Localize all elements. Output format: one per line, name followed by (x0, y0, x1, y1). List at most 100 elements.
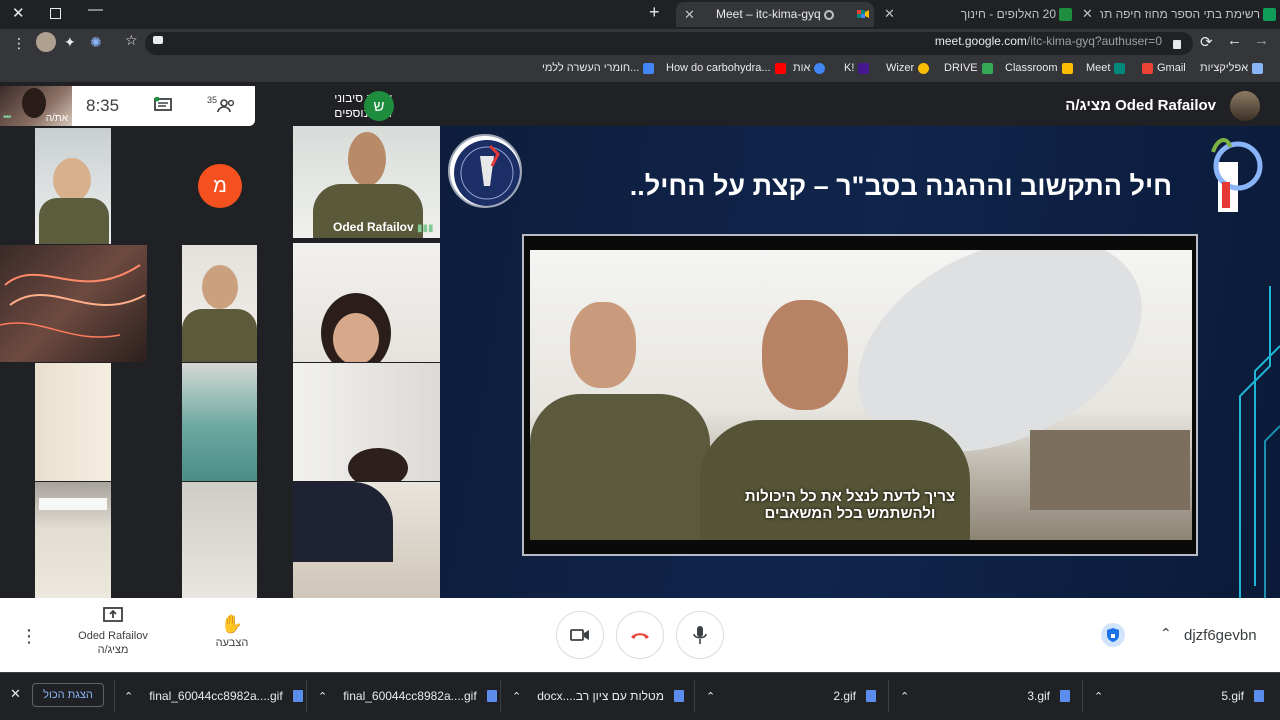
tab-close-icon[interactable]: ✕ (684, 7, 695, 23)
download-options-chevron-icon[interactable]: ⌃ (706, 690, 715, 703)
tab-meet[interactable]: ✕ Meet – itc-kima-gyq (676, 2, 874, 27)
download-item[interactable]: ⌃ final_60044cc8982a....gif (318, 682, 497, 710)
download-item[interactable]: ⌃ 5.gif (1094, 682, 1264, 710)
window-close-icon[interactable]: ✕ (12, 4, 25, 22)
meeting-code[interactable]: djzf6gevbn (1184, 627, 1257, 644)
file-icon (1060, 690, 1070, 702)
bookmark-enrichment[interactable]: חומרי העשרה ללמי... (542, 62, 655, 74)
download-item-name: מטלות עם ציון רב....docx (537, 689, 665, 703)
participant-tile[interactable] (35, 363, 111, 481)
browser-menu-icon[interactable]: ⋮ (12, 35, 26, 52)
participant-tile[interactable] (293, 243, 440, 362)
bookmark-apps[interactable]: אפליקציות (1200, 62, 1264, 74)
bookmark-drive[interactable]: DRIVE (944, 62, 993, 74)
self-silhouette (22, 88, 46, 118)
participant-tile[interactable] (182, 482, 257, 598)
participant-face (53, 158, 91, 202)
participant-tile-speaker[interactable]: Oded Rafailov ▮▮▮ (293, 126, 440, 238)
tab-close-icon[interactable]: ✕ (884, 6, 895, 22)
host-controls-shield-icon[interactable] (1101, 623, 1125, 647)
meeting-details-chevron-icon[interactable]: ⌃ (1160, 625, 1172, 642)
bookmark-meet[interactable]: Meet (1086, 62, 1126, 74)
participant-tile[interactable] (0, 245, 147, 362)
classroom-icon (1061, 62, 1073, 74)
chat-icon[interactable] (154, 96, 174, 113)
download-options-chevron-icon[interactable]: ⌃ (1094, 690, 1103, 703)
participant-tile[interactable] (35, 482, 111, 598)
download-item[interactable]: ⌃ 2.gif (706, 682, 876, 710)
shared-screen[interactable]: חיל התקשוב וההגנה בסב"ר – קצת על החיל.. … (440, 126, 1280, 606)
circuit-decoration (1239, 286, 1280, 606)
self-video[interactable]: את/ה ••• (0, 86, 72, 126)
download-item[interactable]: ⌃ 3.gif (900, 682, 1070, 710)
bookmark-star-icon[interactable]: ☆ (125, 32, 138, 49)
self-more-icon[interactable]: ••• (3, 112, 11, 123)
download-item[interactable]: ⌃ מטלות עם ציון רב....docx (512, 682, 685, 710)
participant-uniform (39, 198, 109, 244)
soldier-right-uniform (700, 420, 970, 540)
address-url[interactable]: meet.google.com/itc-kima-gyq?authuser=0 (935, 34, 1162, 48)
tab-schools-list[interactable]: ✕ רשימת בתי הספר מחוז חיפה תח (1078, 2, 1278, 27)
soldier-left-uniform (530, 394, 710, 540)
window-restore-icon[interactable] (50, 8, 61, 19)
window-minimize-icon[interactable]: — (88, 1, 103, 18)
download-options-chevron-icon[interactable]: ⌃ (318, 690, 327, 703)
bookmark-youtube[interactable]: How do carbohydra... (666, 62, 786, 74)
tab-meet-title: Meet – itc-kima-gyq (716, 7, 821, 21)
participant-avatar-m[interactable]: מ (198, 164, 242, 208)
show-all-downloads-button[interactable]: הצגת הכול (32, 683, 104, 707)
profile-avatar[interactable] (36, 32, 56, 52)
participant-tile[interactable] (293, 482, 440, 598)
embedded-video[interactable]: צריך לדעת לנצל את כל היכולות ולהשתמש בכל… (522, 234, 1198, 556)
participant-tile[interactable] (35, 128, 111, 244)
video-subtitle-line1: צריך לדעת לנצל את כל היכולות (744, 488, 956, 505)
participant-tile[interactable] (182, 363, 257, 481)
soldier-right-face (762, 300, 848, 410)
forward-icon[interactable]: → (1254, 32, 1269, 49)
presenter-avatar (1230, 91, 1260, 121)
speaking-indicator-icon: ▮▮▮ (417, 223, 434, 234)
camera-button[interactable] (556, 611, 604, 659)
tab-generals[interactable]: ✕ 20 האלופים - חינוך (880, 2, 1072, 27)
bookmark-gmail[interactable]: Gmail (1142, 62, 1186, 74)
back-icon[interactable]: ← (1227, 32, 1242, 49)
download-options-chevron-icon[interactable]: ⌃ (512, 690, 521, 703)
tab-close-icon[interactable]: ✕ (1082, 6, 1093, 22)
bookmark-kahoot[interactable]: K! (844, 62, 870, 74)
close-downloads-icon[interactable]: ✕ (10, 686, 21, 702)
word-file-icon (674, 690, 685, 702)
tab-schools-title: רשימת בתי הספר מחוז חיפה תח (1100, 7, 1260, 21)
download-item[interactable]: ⌃ final_60044cc8982a....gif (124, 682, 303, 710)
people-icon[interactable] (216, 99, 236, 113)
video-frame: צריך לדעת לנצל את כל היכולות ולהשתמש בכל… (530, 250, 1192, 540)
download-options-chevron-icon[interactable]: ⌃ (900, 690, 909, 703)
classroom-favicon-icon (1059, 8, 1072, 21)
soldier-left-face (570, 302, 636, 388)
youtube-icon (774, 62, 786, 74)
more-options-icon[interactable]: ⋮ (20, 626, 38, 647)
bookmark-wizer[interactable]: Wizer (886, 62, 930, 74)
presenting-button[interactable]: Oded Rafailov מציג/ה (70, 606, 156, 657)
reload-icon[interactable]: ⟳ (1200, 33, 1213, 51)
bookmark-classroom[interactable]: Classroom (1005, 62, 1073, 74)
download-options-chevron-icon[interactable]: ⌃ (124, 690, 133, 703)
camera-icon (570, 629, 589, 641)
file-icon (486, 690, 497, 702)
raise-hand-button[interactable]: ✋ הצבעה (208, 614, 256, 649)
microphone-button[interactable] (676, 611, 724, 659)
tab-generals-title: 20 האלופים - חינוך (960, 7, 1056, 21)
participant-tile[interactable] (293, 363, 440, 481)
bookmark-ot[interactable]: אות (793, 62, 826, 74)
extension-gear-icon[interactable]: ✺ (90, 34, 102, 51)
corps-logo-icon (1208, 132, 1272, 214)
leave-call-button[interactable] (616, 611, 664, 659)
bulb-icon (918, 62, 930, 74)
pinned-group-avatar[interactable]: ש (364, 91, 394, 121)
cast-icon[interactable] (153, 36, 163, 44)
kahoot-icon (858, 62, 870, 74)
extensions-icon[interactable]: ✦ (64, 34, 76, 51)
new-tab-icon[interactable]: + (649, 2, 660, 23)
participant-tile[interactable] (182, 245, 257, 362)
speaker-name: Oded Rafailov (333, 220, 414, 234)
raise-hand-label: הצבעה (215, 637, 249, 649)
